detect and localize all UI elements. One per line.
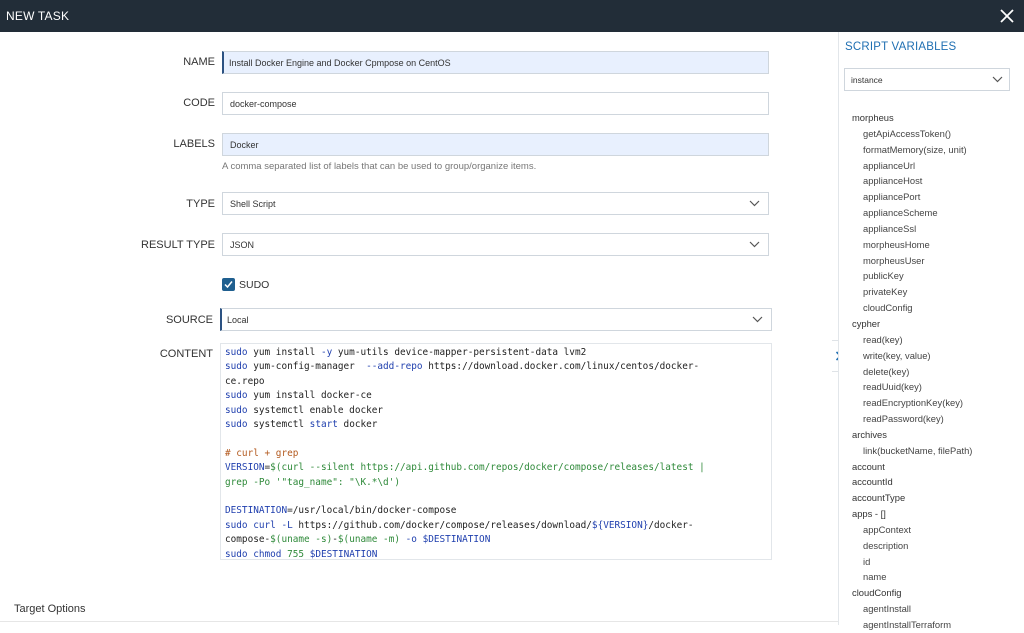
content-code-editor[interactable]: sudo yum install -y yum-utils device-map…: [220, 343, 772, 560]
close-icon[interactable]: [998, 7, 1016, 25]
variable-group[interactable]: apps - []: [852, 506, 972, 522]
target-options-heading[interactable]: Target Options: [14, 603, 86, 615]
variable-item[interactable]: read(key): [852, 332, 972, 348]
code-line: sudo chmod 755 $DESTINATION: [225, 548, 378, 560]
variable-group[interactable]: archives: [852, 427, 972, 443]
source-select[interactable]: Local: [220, 308, 772, 331]
source-label: SOURCE: [165, 314, 213, 326]
content-label: CONTENT: [159, 348, 213, 360]
variable-group[interactable]: morpheus: [852, 110, 972, 126]
result-type-select-value: JSON: [230, 239, 255, 250]
variable-group[interactable]: cypher: [852, 316, 972, 332]
variable-item[interactable]: description: [852, 538, 972, 554]
chevron-down-icon: [752, 316, 763, 323]
code-line: VERSION=$(curl --silent https://api.gith…: [225, 462, 705, 474]
type-label: TYPE: [186, 198, 215, 210]
script-variables-title: SCRIPT VARIABLES: [845, 41, 957, 53]
variable-item[interactable]: formatMemory(size, unit): [852, 142, 972, 158]
variable-item[interactable]: publicKey: [852, 268, 972, 284]
source-select-value: Local: [227, 314, 249, 325]
chevron-down-icon: [992, 76, 1003, 83]
variable-item[interactable]: applianceHost: [852, 173, 972, 189]
variable-group[interactable]: cloudConfig: [852, 585, 972, 601]
variable-item[interactable]: applianceScheme: [852, 205, 972, 221]
variable-item[interactable]: cloudConfig: [852, 300, 972, 316]
script-variables-panel: SCRIPT VARIABLES instance morpheus getApi…: [838, 32, 1024, 630]
result-type-select[interactable]: JSON: [222, 233, 769, 256]
code-line: DESTINATION=/usr/local/bin/docker-compos…: [225, 505, 457, 517]
code-line: ce.repo: [225, 375, 265, 387]
variable-item[interactable]: link(bucketName, filePath): [852, 443, 972, 459]
code-line: compose-$(uname -s)-$(uname -m) -o $DEST…: [225, 534, 491, 546]
check-icon: [224, 281, 233, 289]
type-select[interactable]: Shell Script: [222, 192, 769, 215]
variable-item[interactable]: delete(key): [852, 364, 972, 380]
variable-scope-select[interactable]: instance: [844, 68, 1010, 91]
labels-helper-text: A comma separated list of labels that ca…: [222, 161, 537, 172]
labels-label: LABELS: [173, 138, 215, 150]
variable-item[interactable]: morpheusHome: [852, 237, 972, 253]
variable-item[interactable]: write(key, value): [852, 348, 972, 364]
type-select-value: Shell Script: [230, 198, 276, 209]
code-line: # curl + grep: [225, 447, 299, 459]
variable-item[interactable]: getApiAccessToken(): [852, 126, 972, 142]
variable-item[interactable]: readUuid(key): [852, 379, 972, 395]
variable-list: morpheus getApiAccessToken() formatMemory(…: [852, 110, 972, 633]
code-label: CODE: [183, 97, 215, 109]
task-form: NAME Install Docker Engine and Docker Cp…: [0, 32, 838, 625]
code-line: sudo systemctl start docker: [225, 419, 378, 431]
code-line: sudo systemctl enable docker: [225, 404, 384, 416]
chevron-down-icon: [749, 200, 760, 207]
variable-item[interactable]: id: [852, 554, 972, 570]
variable-item[interactable]: name: [852, 569, 972, 585]
dialog-title: NEW TASK: [6, 9, 70, 23]
variable-item[interactable]: morpheusUser: [852, 253, 972, 269]
sudo-checkbox[interactable]: [222, 278, 235, 291]
labels-field[interactable]: Docker: [222, 133, 769, 156]
variable-item[interactable]: readEncryptionKey(key): [852, 395, 972, 411]
variable-item[interactable]: readPassword(key): [852, 411, 972, 427]
dialog-header: NEW TASK: [0, 0, 1024, 32]
variable-group[interactable]: accountId: [852, 474, 972, 490]
variable-item[interactable]: applianceUrl: [852, 158, 972, 174]
result-type-label: RESULT TYPE: [141, 239, 215, 251]
code-line: sudo yum install -y yum-utils device-map…: [225, 347, 587, 358]
variable-group[interactable]: accountType: [852, 490, 972, 506]
variable-scope-value: instance: [851, 74, 883, 85]
divider: [0, 621, 838, 622]
variable-item[interactable]: appliancePort: [852, 189, 972, 205]
variable-item[interactable]: privateKey: [852, 284, 972, 300]
name-field[interactable]: Install Docker Engine and Docker Cpmpose…: [222, 51, 769, 74]
code-field[interactable]: docker-compose: [222, 92, 769, 115]
variable-item[interactable]: agentInstall: [852, 601, 972, 617]
chevron-down-icon: [749, 241, 760, 248]
code-line: grep -Po '"tag_name": "\K.*\d'): [225, 476, 400, 488]
name-label: NAME: [183, 56, 215, 68]
sudo-label: SUDO: [239, 279, 270, 291]
variable-item[interactable]: appContext: [852, 522, 972, 538]
code-line: sudo yum-config-manager --add-repo https…: [225, 361, 700, 373]
code-line: sudo yum install docker-ce: [225, 390, 372, 402]
variable-group[interactable]: account: [852, 459, 972, 475]
code-line: sudo curl -L https://github.com/docker/c…: [225, 519, 694, 531]
variable-item[interactable]: applianceSsl: [852, 221, 972, 237]
